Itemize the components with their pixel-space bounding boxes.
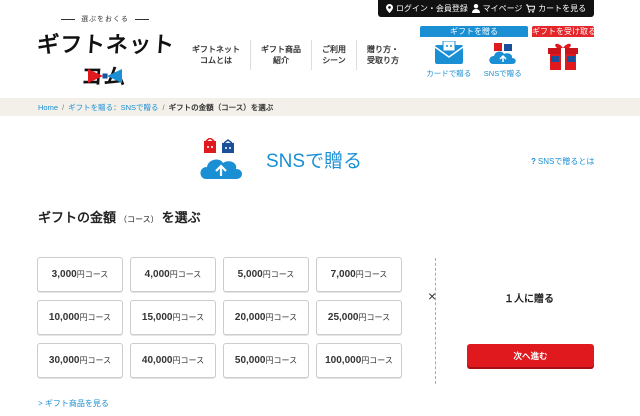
course-amount: 15,000 (141, 312, 173, 323)
give-gift-header: ギフトを贈る (420, 26, 528, 37)
recipient-count: １人に贈る (504, 294, 554, 305)
course-amount: 25,000 (327, 312, 359, 323)
gift-box-icon (548, 43, 578, 70)
course-unit: 円コース (265, 356, 298, 365)
course-amount: 50,000 (234, 355, 266, 366)
cart-label: カートを見る (538, 4, 587, 13)
breadcrumb-current: ギフトの金額（コース）を選ぶ (168, 102, 274, 112)
section-title-small: （コース） (119, 215, 159, 224)
nav-item-scenes[interactable]: ご利用 シーン (311, 40, 356, 70)
course-button[interactable]: 7,000 円コース (316, 257, 402, 292)
page-heading: SNSで贈る (198, 138, 362, 180)
bow-tie-icon (88, 69, 122, 83)
breadcrumb-separator: / (162, 102, 165, 112)
course-button[interactable]: 20,000 円コース (223, 300, 309, 335)
breadcrumb: Home / ギフトを贈る：SNSで贈る / ギフトの金額（コース）を選ぶ (0, 98, 640, 116)
course-button[interactable]: 10,000 円コース (37, 300, 123, 335)
course-button[interactable]: 15,000 円コース (130, 300, 216, 335)
course-amount: 7,000 (330, 269, 356, 280)
course-button[interactable]: 3,000 円コース (37, 257, 123, 292)
top-utility-bar: ログイン・会員登録 マイページ カートを見る (378, 0, 594, 17)
course-amount: 5,000 (237, 269, 263, 280)
give-by-sns-option[interactable]: SNSで贈る (484, 41, 522, 79)
divider (435, 258, 436, 384)
sns-help-label: SNSで贈るとは (537, 157, 595, 166)
course-unit: 円コース (172, 356, 205, 365)
next-button[interactable]: 次へ進む (467, 344, 594, 367)
course-button[interactable]: 50,000 円コース (223, 343, 309, 378)
give-by-card-label: カードで贈る (426, 69, 472, 78)
course-unit: 円コース (79, 313, 112, 322)
logo-tagline: 選ぶをおくる (36, 14, 174, 24)
course-unit: 円コース (265, 313, 298, 322)
course-amount: 3,000 (51, 269, 77, 280)
course-amount: 40,000 (141, 355, 173, 366)
course-button[interactable]: 5,000 円コース (223, 257, 309, 292)
person-icon (471, 4, 480, 13)
course-amount: 20,000 (234, 312, 266, 323)
course-unit: 円コース (355, 270, 388, 279)
course-unit: 円コース (169, 270, 202, 279)
course-unit: 円コース (358, 313, 391, 322)
login-label: ログイン・会員登録 (395, 4, 468, 13)
course-unit: 円コース (76, 270, 109, 279)
give-by-sns-label: SNSで贈る (483, 69, 522, 78)
nav-item-products[interactable]: ギフト商品 紹介 (250, 40, 311, 70)
multiply-sign: × (428, 288, 437, 304)
site-logo[interactable]: 選ぶをおくる ギフトネットコム (36, 14, 176, 91)
course-unit: 円コース (172, 313, 205, 322)
breadcrumb-home[interactable]: Home (38, 103, 58, 112)
receive-gift-header: ギフトを受け取る (532, 26, 596, 37)
sns-gift-cloud-icon (200, 138, 242, 179)
login-link[interactable]: ログイン・会員登録 (385, 3, 468, 14)
receive-gift-panel[interactable]: ギフトを受け取る (532, 26, 596, 86)
course-grid: 3,000 円コース 4,000 円コース 5,000 円コース 7,000 円コース … (37, 257, 402, 378)
course-amount: 10,000 (48, 312, 80, 323)
page-title: SNSで贈る (266, 150, 363, 172)
course-amount: 100,000 (325, 355, 362, 366)
cart-icon (526, 4, 536, 13)
section-title-end: を選ぶ (161, 210, 201, 225)
course-unit: 円コース (79, 356, 112, 365)
sns-help-link[interactable]: ? SNSで贈るとは (531, 156, 594, 167)
sns-gift-cloud-icon (489, 43, 516, 64)
mypage-link[interactable]: マイページ (471, 3, 523, 14)
give-gift-panel: ギフトを贈る カードで贈る SNSで贈る (420, 26, 528, 86)
course-button[interactable]: 4,000 円コース (130, 257, 216, 292)
cart-link[interactable]: カートを見る (526, 3, 586, 14)
main-nav: ギフトネット コムとは ギフト商品 紹介 ご利用 シーン 贈り方・ 受取り方 (182, 40, 409, 70)
section-title-main: ギフトの金額 (38, 210, 117, 225)
location-pin-icon (385, 4, 393, 13)
course-button[interactable]: 25,000 円コース (316, 300, 402, 335)
section-title: ギフトの金額 （コース） を選ぶ (38, 207, 201, 226)
breadcrumb-separator: / (62, 102, 65, 112)
course-amount: 30,000 (48, 355, 80, 366)
view-gift-products-link[interactable]: > ギフト商品を見る (38, 398, 109, 409)
nav-item-about[interactable]: ギフトネット コムとは (182, 40, 250, 70)
course-button[interactable]: 30,000 円コース (37, 343, 123, 378)
course-button[interactable]: 100,000 円コース (316, 343, 402, 378)
nav-item-howto[interactable]: 贈り方・ 受取り方 (356, 40, 409, 70)
question-icon: ? (531, 157, 536, 166)
course-unit: 円コース (361, 356, 393, 365)
course-button[interactable]: 40,000 円コース (130, 343, 216, 378)
envelope-icon (434, 41, 464, 64)
breadcrumb-sns[interactable]: ギフトを贈る：SNSで贈る (68, 102, 158, 113)
give-by-card-option[interactable]: カードで贈る (426, 41, 471, 79)
course-unit: 円コース (262, 270, 295, 279)
mypage-label: マイページ (482, 4, 523, 13)
course-amount: 4,000 (144, 269, 170, 280)
